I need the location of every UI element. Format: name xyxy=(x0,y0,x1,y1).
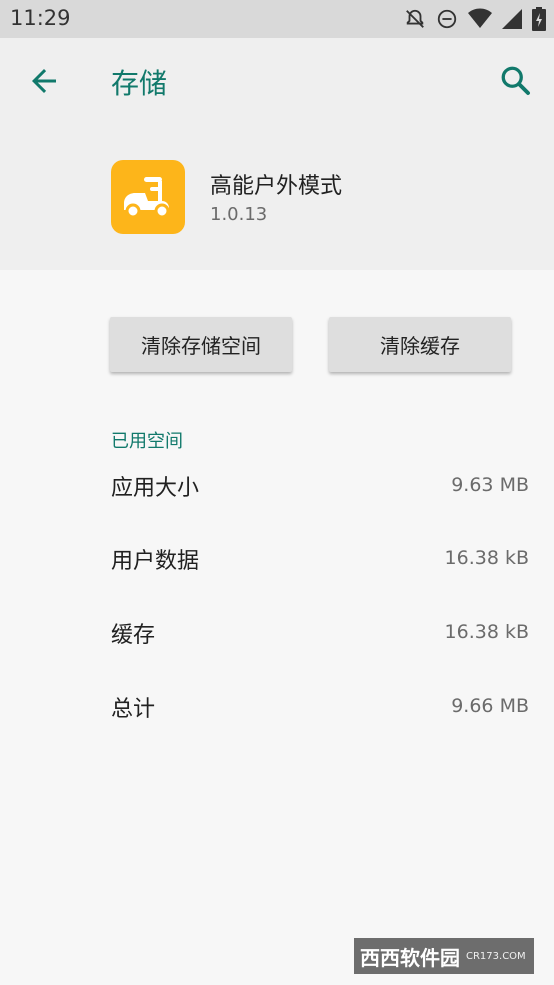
usage-row-label: 用户数据 xyxy=(111,549,200,574)
do-not-disturb-icon xyxy=(436,8,458,30)
clear-cache-button[interactable]: 清除缓存 xyxy=(329,317,511,372)
usage-row-label: 缓存 xyxy=(111,623,156,648)
scooter-icon xyxy=(124,177,170,219)
app-header: 存储 高能户外模式 1.0.13 xyxy=(0,38,554,270)
signal-icon xyxy=(502,9,522,29)
page-title: 存储 xyxy=(111,67,168,100)
status-bar: 11:29 xyxy=(0,0,554,38)
usage-row-value: 9.66 MB xyxy=(451,695,529,717)
app-icon xyxy=(111,160,185,234)
search-button[interactable] xyxy=(498,63,534,99)
usage-section-label: 已用空间 xyxy=(111,431,183,452)
watermark-sub: CR173.COM xyxy=(466,950,526,962)
usage-row-label: 应用大小 xyxy=(111,476,200,501)
battery-charging-icon xyxy=(532,7,546,31)
usage-row-app-size: 应用大小 9.63 MB xyxy=(111,470,529,510)
status-icons xyxy=(404,7,546,31)
watermark-text: 西西软件园 xyxy=(360,945,460,970)
usage-row-cache: 缓存 16.38 kB xyxy=(111,617,529,657)
arrow-back-icon xyxy=(32,69,56,93)
usage-row-total: 总计 9.66 MB xyxy=(111,691,529,731)
watermark: 西西软件园 CR173.COM xyxy=(354,938,534,974)
status-time: 11:29 xyxy=(10,6,71,30)
usage-row-value: 16.38 kB xyxy=(444,547,529,569)
app-name: 高能户外模式 xyxy=(210,174,343,199)
back-button[interactable] xyxy=(26,63,62,99)
usage-row-user-data: 用户数据 16.38 kB xyxy=(111,543,529,583)
clear-storage-button[interactable]: 清除存储空间 xyxy=(110,317,292,372)
notifications-off-icon xyxy=(404,8,426,30)
usage-row-value: 16.38 kB xyxy=(444,621,529,643)
usage-row-value: 9.63 MB xyxy=(451,474,529,496)
usage-row-label: 总计 xyxy=(111,697,156,722)
search-icon xyxy=(501,66,530,95)
app-version: 1.0.13 xyxy=(210,204,268,225)
wifi-icon xyxy=(468,8,492,30)
